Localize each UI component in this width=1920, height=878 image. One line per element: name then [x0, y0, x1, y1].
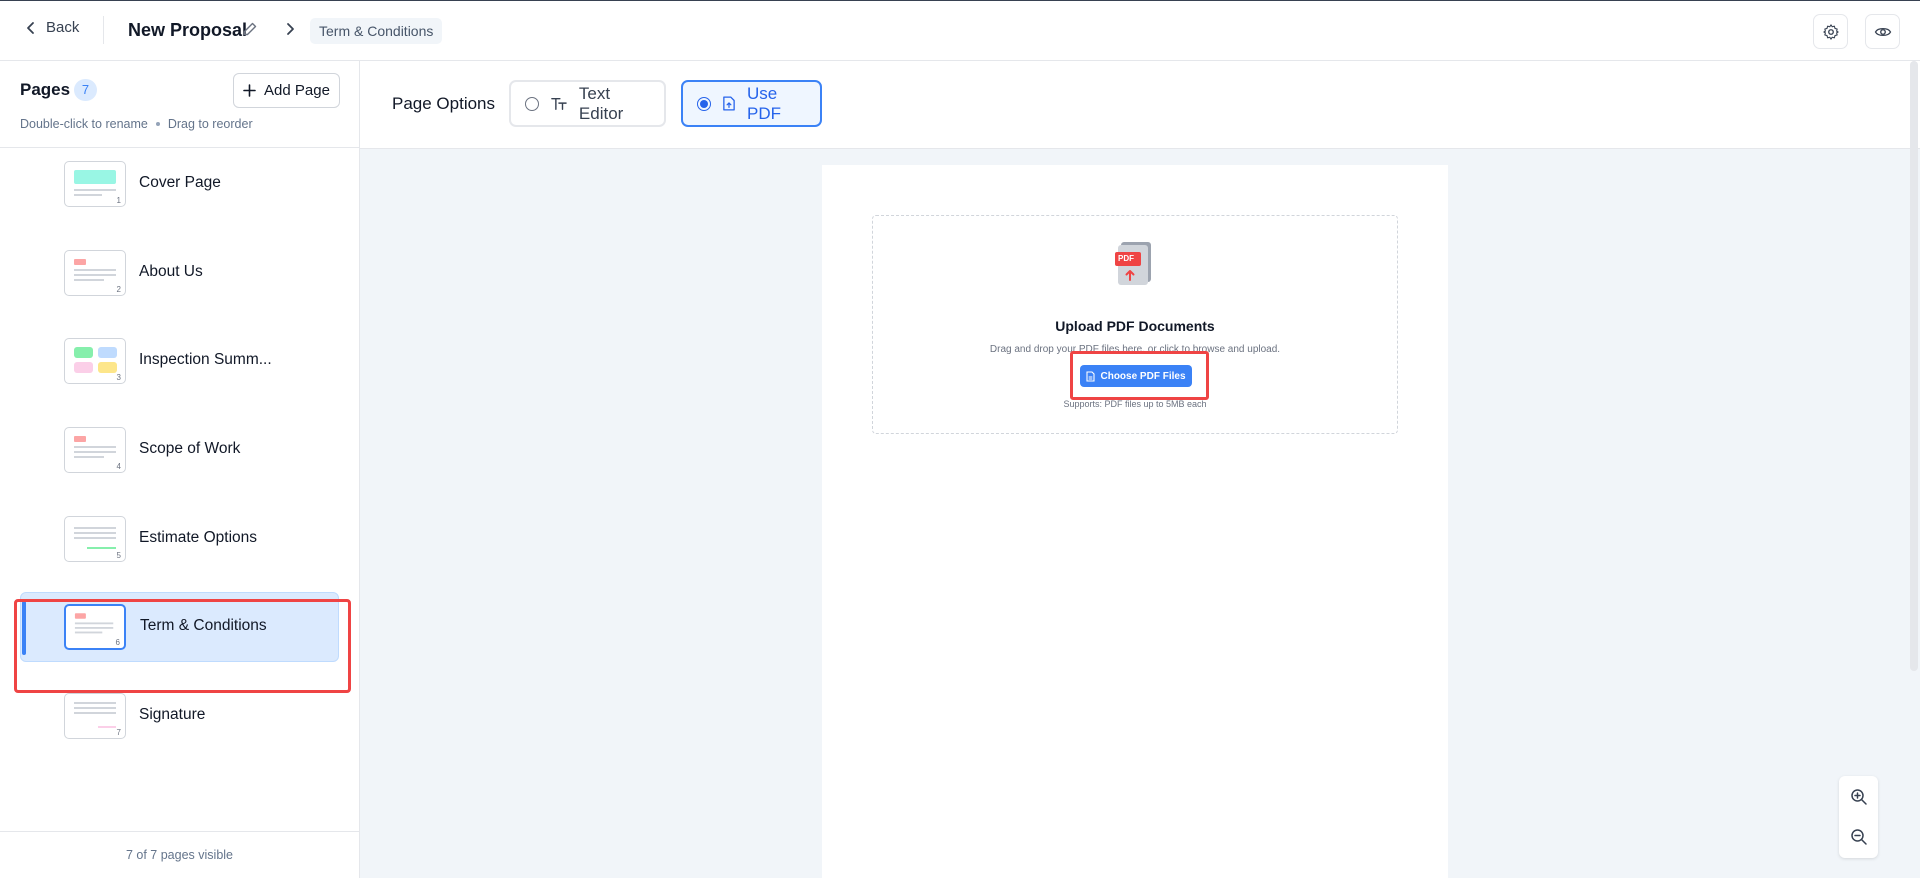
- pages-visible-count: 7 of 7 pages visible: [0, 831, 359, 878]
- hint-rename: Double-click to rename: [20, 117, 148, 131]
- page-label: Inspection Summ...: [139, 351, 272, 368]
- zoom-in-button[interactable]: [1848, 786, 1870, 808]
- page-number: 7: [116, 728, 121, 737]
- page-label: Scope of Work: [139, 440, 241, 457]
- page-thumbnail: 6: [64, 604, 126, 650]
- page-label: Term & Conditions: [140, 617, 267, 634]
- pencil-icon[interactable]: [242, 21, 258, 42]
- add-page-label: Add Page: [264, 82, 330, 99]
- text-format-icon: [551, 97, 567, 110]
- settings-button[interactable]: [1813, 14, 1848, 49]
- choose-pdf-button[interactable]: Choose PDF Files: [1080, 365, 1192, 387]
- page-item-signature[interactable]: 7 Signature: [20, 681, 339, 751]
- sidebar-hint: Double-click to rename Drag to reorder: [20, 117, 253, 131]
- page-number: 3: [116, 373, 121, 382]
- gear-icon: [1822, 23, 1839, 40]
- page-number: 6: [115, 638, 120, 647]
- use-pdf-label: Use PDF: [746, 83, 781, 123]
- pages-count-badge: 7: [74, 79, 97, 101]
- proposal-title: New Proposal: [128, 20, 248, 40]
- add-page-button[interactable]: Add Page: [233, 73, 340, 108]
- sidebar-header: Pages 7 Add Page Double-click to rename …: [0, 61, 359, 148]
- chevron-right-icon: [285, 21, 295, 42]
- document-canvas: PDF Upload PDF Documents Drag and drop y…: [822, 165, 1448, 878]
- upload-title: Upload PDF Documents: [1055, 318, 1215, 334]
- page-number: 4: [116, 462, 121, 471]
- page-number: 5: [116, 551, 121, 560]
- page-thumbnail: 5: [64, 516, 126, 562]
- page-item-about-us[interactable]: 2 About Us: [20, 238, 339, 308]
- pdf-dropzone[interactable]: PDF Upload PDF Documents Drag and drop y…: [872, 215, 1398, 434]
- page-number: 1: [116, 196, 121, 205]
- divider: [103, 16, 104, 44]
- zoom-out-button[interactable]: [1848, 826, 1870, 848]
- chevron-left-icon: [27, 21, 34, 34]
- page-number: 2: [116, 285, 121, 294]
- back-button[interactable]: Back: [26, 19, 79, 36]
- radio-selected: [697, 96, 711, 111]
- page-item-scope-of-work[interactable]: 4 Scope of Work: [20, 415, 339, 485]
- eye-icon: [1874, 27, 1891, 36]
- hint-reorder: Drag to reorder: [167, 117, 253, 131]
- pages-title: Pages: [20, 80, 71, 99]
- page-item-term-conditions[interactable]: 6 Term & Conditions: [20, 592, 339, 662]
- plus-icon: [243, 84, 256, 97]
- file-icon: [1086, 370, 1096, 382]
- page-thumbnail: 2: [64, 250, 126, 296]
- main-content: Page Options Text Editor Use PDF PDF Upl…: [360, 61, 1920, 878]
- page-thumbnail: 1: [64, 161, 126, 207]
- page-item-estimate-options[interactable]: 5 Estimate Options: [20, 504, 339, 574]
- breadcrumb-current: Term & Conditions: [310, 18, 443, 44]
- preview-button[interactable]: [1865, 14, 1900, 49]
- page-thumbnail: 4: [64, 427, 126, 473]
- zoom-controls: [1839, 776, 1878, 858]
- pdf-upload-icon: PDF: [1113, 240, 1159, 301]
- zoom-in-icon: [1851, 789, 1867, 805]
- pdf-badge-text: PDF: [1118, 254, 1134, 263]
- upload-description: Drag and drop your PDF files here, or cl…: [989, 344, 1281, 355]
- text-editor-option[interactable]: Text Editor: [509, 80, 666, 127]
- page-label: Signature: [139, 706, 206, 723]
- separator-dot: [155, 122, 160, 126]
- radio-unselected: [525, 96, 539, 111]
- back-label: Back: [46, 19, 80, 36]
- page-label: Cover Page: [139, 174, 221, 191]
- top-bar: Back New Proposal Term & Conditions: [0, 0, 1920, 61]
- file-upload-icon: [723, 96, 735, 111]
- choose-pdf-label: Choose PDF Files: [1100, 370, 1186, 382]
- page-options-bar: Page Options Text Editor Use PDF: [360, 61, 1920, 149]
- page-label: Estimate Options: [139, 529, 258, 546]
- use-pdf-option[interactable]: Use PDF: [681, 80, 822, 127]
- page-options-label: Page Options: [392, 94, 496, 113]
- zoom-out-icon: [1851, 829, 1867, 845]
- active-indicator: [22, 601, 26, 655]
- scrollbar[interactable]: [1910, 61, 1918, 671]
- page-thumbnail: 7: [64, 693, 126, 739]
- pages-sidebar: Pages 7 Add Page Double-click to rename …: [0, 61, 360, 878]
- upload-support-text: Supports: PDF files up to 5MB each: [1063, 399, 1207, 409]
- page-thumbnail: 3: [64, 338, 126, 384]
- page-label: About Us: [139, 263, 203, 280]
- text-editor-label: Text Editor: [578, 83, 624, 123]
- page-item-inspection-summary[interactable]: 3 Inspection Summ...: [20, 326, 339, 396]
- page-item-cover-page[interactable]: 1 Cover Page: [20, 149, 339, 219]
